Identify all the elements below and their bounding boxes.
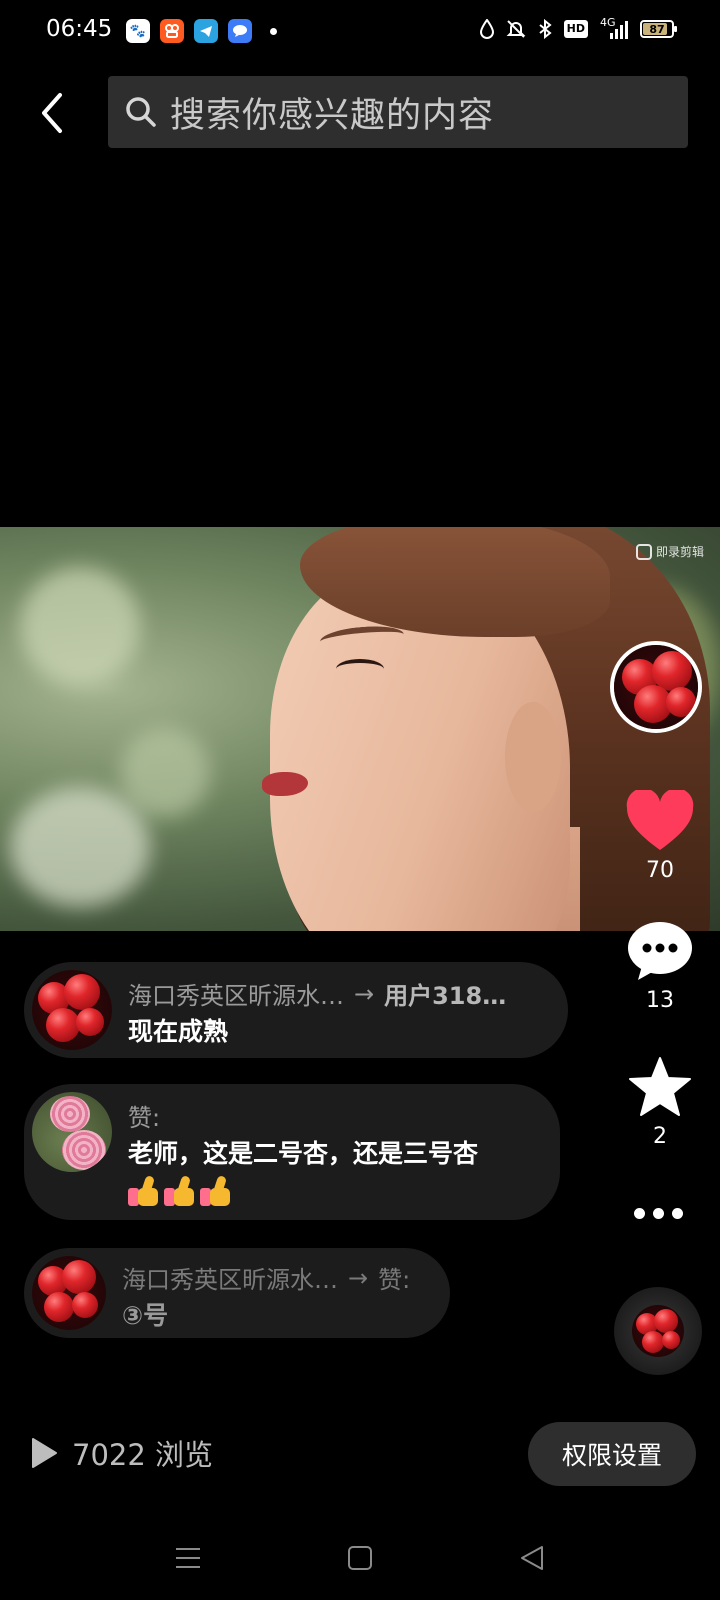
- like-count: 70: [646, 858, 674, 883]
- thumbs-up-icon: [200, 1174, 234, 1206]
- search-input[interactable]: 搜索你感兴趣的内容: [108, 76, 688, 148]
- status-indicators: HD 4G 87: [479, 16, 677, 40]
- video-player[interactable]: 即录剪辑: [0, 527, 720, 931]
- battery-icon: 87: [640, 20, 677, 38]
- favorite-count: 2: [653, 1124, 667, 1149]
- like-button[interactable]: 70: [618, 790, 702, 883]
- watermark-logo-icon: [635, 543, 652, 560]
- baidu-app-icon: 🐾: [126, 19, 150, 43]
- comment-item[interactable]: 海口秀英区昕源水… → 用户318… 现在成熟: [24, 962, 568, 1058]
- system-back-button[interactable]: [512, 1538, 552, 1578]
- comment-button[interactable]: 13: [618, 920, 702, 1013]
- comment-text: 老师，这是二号杏，还是三号杏: [128, 1139, 479, 1168]
- comment-item[interactable]: 赞: 老师，这是二号杏，还是三号杏: [24, 1084, 560, 1220]
- view-count: 7022 浏览: [30, 1432, 213, 1474]
- star-icon: [629, 1057, 691, 1116]
- comment-meta: 赞:: [128, 1098, 160, 1133]
- kuaishou-app-icon: [160, 19, 184, 43]
- comment-meta: 海口秀英区昕源水… → 用户318…: [128, 976, 506, 1011]
- comment-reply-to[interactable]: 赞:: [378, 1260, 410, 1295]
- comment-author[interactable]: 海口秀英区昕源水…: [128, 976, 344, 1011]
- comment-reply-to[interactable]: 用户318…: [384, 976, 506, 1011]
- comment-bubble-icon: [628, 922, 692, 980]
- message-bubble-app-icon: [228, 19, 252, 43]
- back-button[interactable]: [32, 88, 72, 138]
- video-watermark: 即录剪辑: [635, 543, 704, 560]
- home-button[interactable]: [340, 1538, 380, 1578]
- commenter-avatar[interactable]: [32, 1092, 112, 1172]
- permission-settings-button[interactable]: 权限设置: [528, 1422, 696, 1486]
- reply-arrow-icon: →: [354, 979, 375, 1008]
- system-navigation-bar: [0, 1520, 720, 1600]
- notification-app-icons: 🐾: [126, 19, 277, 43]
- square-icon: [348, 1546, 372, 1570]
- water-drop-icon: [479, 18, 494, 40]
- battery-level: 87: [649, 22, 665, 36]
- thumbs-up-icon: [164, 1174, 198, 1206]
- comment-meta: 海口秀英区昕源水… → 赞:: [122, 1260, 410, 1295]
- author-avatar[interactable]: [610, 641, 702, 733]
- comment-count: 13: [646, 988, 674, 1013]
- commenter-avatar[interactable]: [32, 970, 112, 1050]
- watermark-text: 即录剪辑: [655, 545, 704, 559]
- commenter-avatar[interactable]: [32, 1256, 106, 1330]
- status-bar: 06:45 🐾 HD 4G 87: [0, 0, 720, 64]
- music-disc[interactable]: [614, 1287, 702, 1375]
- hd-voice-icon: HD: [563, 18, 588, 40]
- chevron-left-icon: [42, 93, 62, 133]
- bokeh-highlight: [20, 567, 140, 687]
- comment-author[interactable]: 海口秀英区昕源水…: [122, 1260, 338, 1295]
- notification-dot: [270, 28, 277, 35]
- video-subject-ear: [505, 702, 561, 812]
- video-subject-eye: [336, 659, 384, 679]
- signal-4g-icon: 4G: [600, 16, 628, 40]
- bokeh-highlight: [120, 727, 210, 817]
- bokeh-highlight: [10, 787, 150, 907]
- view-count-text: 7022 浏览: [72, 1438, 214, 1472]
- video-detail-screen: 06:45 🐾 HD 4G 87 搜索你感兴趣的内容 即录剪辑 70 13 2 …: [0, 0, 720, 1600]
- more-options-icon[interactable]: [634, 1208, 683, 1219]
- favorite-button[interactable]: 2: [618, 1056, 702, 1149]
- music-cover-avatar: [632, 1305, 684, 1357]
- triangle-back-icon: [521, 1546, 543, 1570]
- menu-lines-icon: [176, 1548, 200, 1568]
- comment-text: 现在成熟: [128, 1017, 229, 1046]
- comment-author[interactable]: 赞:: [128, 1098, 160, 1133]
- play-icon: [32, 1438, 57, 1468]
- recent-apps-button[interactable]: [168, 1538, 208, 1578]
- bluetooth-icon: [538, 18, 552, 40]
- comment-item[interactable]: 海口秀英区昕源水… → 赞: ③号: [24, 1248, 450, 1338]
- comment-emoji-row: [128, 1174, 234, 1206]
- status-time: 06:45: [46, 16, 113, 42]
- mute-bell-icon: [506, 18, 526, 40]
- search-icon: [124, 95, 158, 129]
- reply-arrow-icon: →: [348, 1263, 369, 1292]
- telegram-app-icon: [194, 19, 218, 43]
- search-placeholder: 搜索你感兴趣的内容: [170, 95, 495, 136]
- comment-text: ③号: [122, 1301, 169, 1330]
- thumbs-up-icon: [128, 1174, 162, 1206]
- heart-icon: [626, 790, 694, 850]
